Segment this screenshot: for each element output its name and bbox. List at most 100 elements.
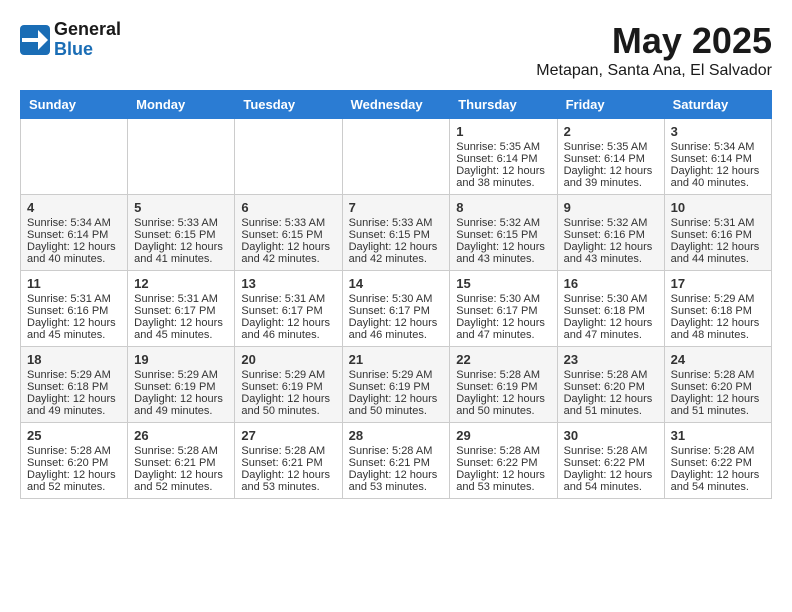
calendar-week-row: 4 Sunrise: 5:34 AMSunset: 6:14 PM Daylight… — [21, 195, 772, 271]
day-number: 31 — [671, 428, 765, 443]
day-info: Sunrise: 5:29 AM — [241, 369, 335, 381]
day-info: Sunset: 6:19 PM — [134, 381, 228, 393]
day-info: and 51 minutes. — [564, 405, 658, 417]
logo: General Blue — [20, 20, 121, 60]
day-info: Daylight: 12 hours — [456, 165, 550, 177]
calendar-table: Sunday Monday Tuesday Wednesday Thursday… — [20, 90, 772, 499]
day-info: and 50 minutes. — [241, 405, 335, 417]
day-number: 4 — [27, 200, 121, 215]
table-row — [128, 119, 235, 195]
logo-icon — [20, 25, 50, 55]
month-title: May 2025 — [536, 20, 772, 62]
day-info: and 41 minutes. — [134, 253, 228, 265]
day-info: Sunrise: 5:28 AM — [564, 445, 658, 457]
table-row: 23Sunrise: 5:28 AMSunset: 6:20 PMDayligh… — [557, 347, 664, 423]
calendar-week-row: 18Sunrise: 5:29 AMSunset: 6:18 PMDayligh… — [21, 347, 772, 423]
table-row: 17 Sunrise: 5:29 AMSunset: 6:18 PMDayligh… — [664, 271, 771, 347]
day-info: Sunrise: 5:28 AM — [671, 445, 765, 457]
table-row: 2 Sunrise: 5:35 AMSunset: 6:14 PMDaylight… — [557, 119, 664, 195]
day-number: 21 — [349, 352, 444, 367]
day-number: 2 — [564, 124, 658, 139]
day-number: 26 — [134, 428, 228, 443]
table-row: 1Sunrise: 5:35 AMSunset: 6:14 PMDaylight… — [450, 119, 557, 195]
table-row — [342, 119, 450, 195]
day-number: 6 — [241, 200, 335, 215]
day-info: Daylight: 12 hours — [671, 165, 765, 177]
table-row: 27Sunrise: 5:28 AMSunset: 6:21 PMDayligh… — [235, 423, 342, 499]
day-info: Sunrise: 5:33 AM — [349, 217, 444, 229]
day-info: Sunset: 6:20 PM — [27, 457, 121, 469]
day-number: 8 — [456, 200, 550, 215]
day-number: 27 — [241, 428, 335, 443]
day-info: Sunset: 6:15 PM — [349, 229, 444, 241]
day-info: Sunset: 6:22 PM — [456, 457, 550, 469]
day-info: Daylight: 12 hours — [27, 469, 121, 481]
day-info: Sunset: 6:18 PM — [27, 381, 121, 393]
day-info: Daylight: 12 hours — [564, 165, 658, 177]
day-info: Daylight: 12 hours — [134, 317, 228, 329]
day-info: Daylight: 12 hours — [349, 317, 444, 329]
day-info: Sunset: 6:18 PM — [671, 305, 765, 317]
day-info: Daylight: 12 hours — [671, 469, 765, 481]
day-info: and 45 minutes. — [27, 329, 121, 341]
day-number: 10 — [671, 200, 765, 215]
table-row: 20Sunrise: 5:29 AMSunset: 6:19 PMDayligh… — [235, 347, 342, 423]
day-info: Daylight: 12 hours — [671, 317, 765, 329]
table-row: 14Sunrise: 5:30 AMSunset: 6:17 PMDayligh… — [342, 271, 450, 347]
header-thursday: Thursday — [450, 91, 557, 119]
day-number: 7 — [349, 200, 444, 215]
location: Metapan, Santa Ana, El Salvador — [536, 62, 772, 80]
table-row: 28Sunrise: 5:28 AMSunset: 6:21 PMDayligh… — [342, 423, 450, 499]
day-info: Sunset: 6:14 PM — [27, 229, 121, 241]
table-row: 3Sunrise: 5:34 AMSunset: 6:14 PMDaylight… — [664, 119, 771, 195]
day-info: and 53 minutes. — [349, 481, 444, 493]
day-info: and 43 minutes. — [564, 253, 658, 265]
day-info: Sunset: 6:14 PM — [564, 153, 658, 165]
day-info: and 50 minutes. — [349, 405, 444, 417]
day-number: 19 — [134, 352, 228, 367]
header-friday: Friday — [557, 91, 664, 119]
day-info: Sunrise: 5:35 AM — [564, 141, 658, 153]
day-info: Daylight: 12 hours — [134, 241, 228, 253]
day-info: Sunrise: 5:34 AM — [27, 217, 121, 229]
day-number: 14 — [349, 276, 444, 291]
table-row: 15Sunrise: 5:30 AMSunset: 6:17 PMDayligh… — [450, 271, 557, 347]
day-info: Sunrise: 5:28 AM — [134, 445, 228, 457]
day-info: Sunrise: 5:32 AM — [456, 217, 550, 229]
day-info: and 50 minutes. — [456, 405, 550, 417]
day-info: Daylight: 12 hours — [456, 469, 550, 481]
day-info: Daylight: 12 hours — [134, 393, 228, 405]
day-info: Sunrise: 5:33 AM — [134, 217, 228, 229]
table-row: 11Sunrise: 5:31 AMSunset: 6:16 PMDayligh… — [21, 271, 128, 347]
day-info: and 40 minutes. — [671, 177, 765, 189]
day-info: and 51 minutes. — [671, 405, 765, 417]
day-info: Sunrise: 5:29 AM — [671, 293, 765, 305]
day-info: Daylight: 12 hours — [27, 393, 121, 405]
day-info: Sunrise: 5:33 AM — [241, 217, 335, 229]
day-info: and 40 minutes. — [27, 253, 121, 265]
day-info: and 49 minutes. — [134, 405, 228, 417]
day-info: Daylight: 12 hours — [456, 317, 550, 329]
day-info: and 49 minutes. — [27, 405, 121, 417]
day-info: Sunrise: 5:31 AM — [27, 293, 121, 305]
weekday-header-row: Sunday Monday Tuesday Wednesday Thursday… — [21, 91, 772, 119]
day-number: 17 — [671, 276, 765, 291]
calendar-week-row: 11Sunrise: 5:31 AMSunset: 6:16 PMDayligh… — [21, 271, 772, 347]
day-info: Daylight: 12 hours — [241, 241, 335, 253]
day-info: Sunrise: 5:30 AM — [456, 293, 550, 305]
header-sunday: Sunday — [21, 91, 128, 119]
day-number: 13 — [241, 276, 335, 291]
day-info: and 54 minutes. — [671, 481, 765, 493]
day-info: Sunrise: 5:35 AM — [456, 141, 550, 153]
day-info: and 42 minutes. — [241, 253, 335, 265]
day-info: Daylight: 12 hours — [349, 241, 444, 253]
day-info: Sunrise: 5:28 AM — [27, 445, 121, 457]
table-row: 9Sunrise: 5:32 AMSunset: 6:16 PMDaylight… — [557, 195, 664, 271]
day-info: and 38 minutes. — [456, 177, 550, 189]
day-info: and 39 minutes. — [564, 177, 658, 189]
day-info: Sunrise: 5:29 AM — [27, 369, 121, 381]
day-info: Daylight: 12 hours — [241, 317, 335, 329]
day-info: Daylight: 12 hours — [671, 241, 765, 253]
day-info: and 52 minutes. — [134, 481, 228, 493]
day-info: Daylight: 12 hours — [671, 393, 765, 405]
